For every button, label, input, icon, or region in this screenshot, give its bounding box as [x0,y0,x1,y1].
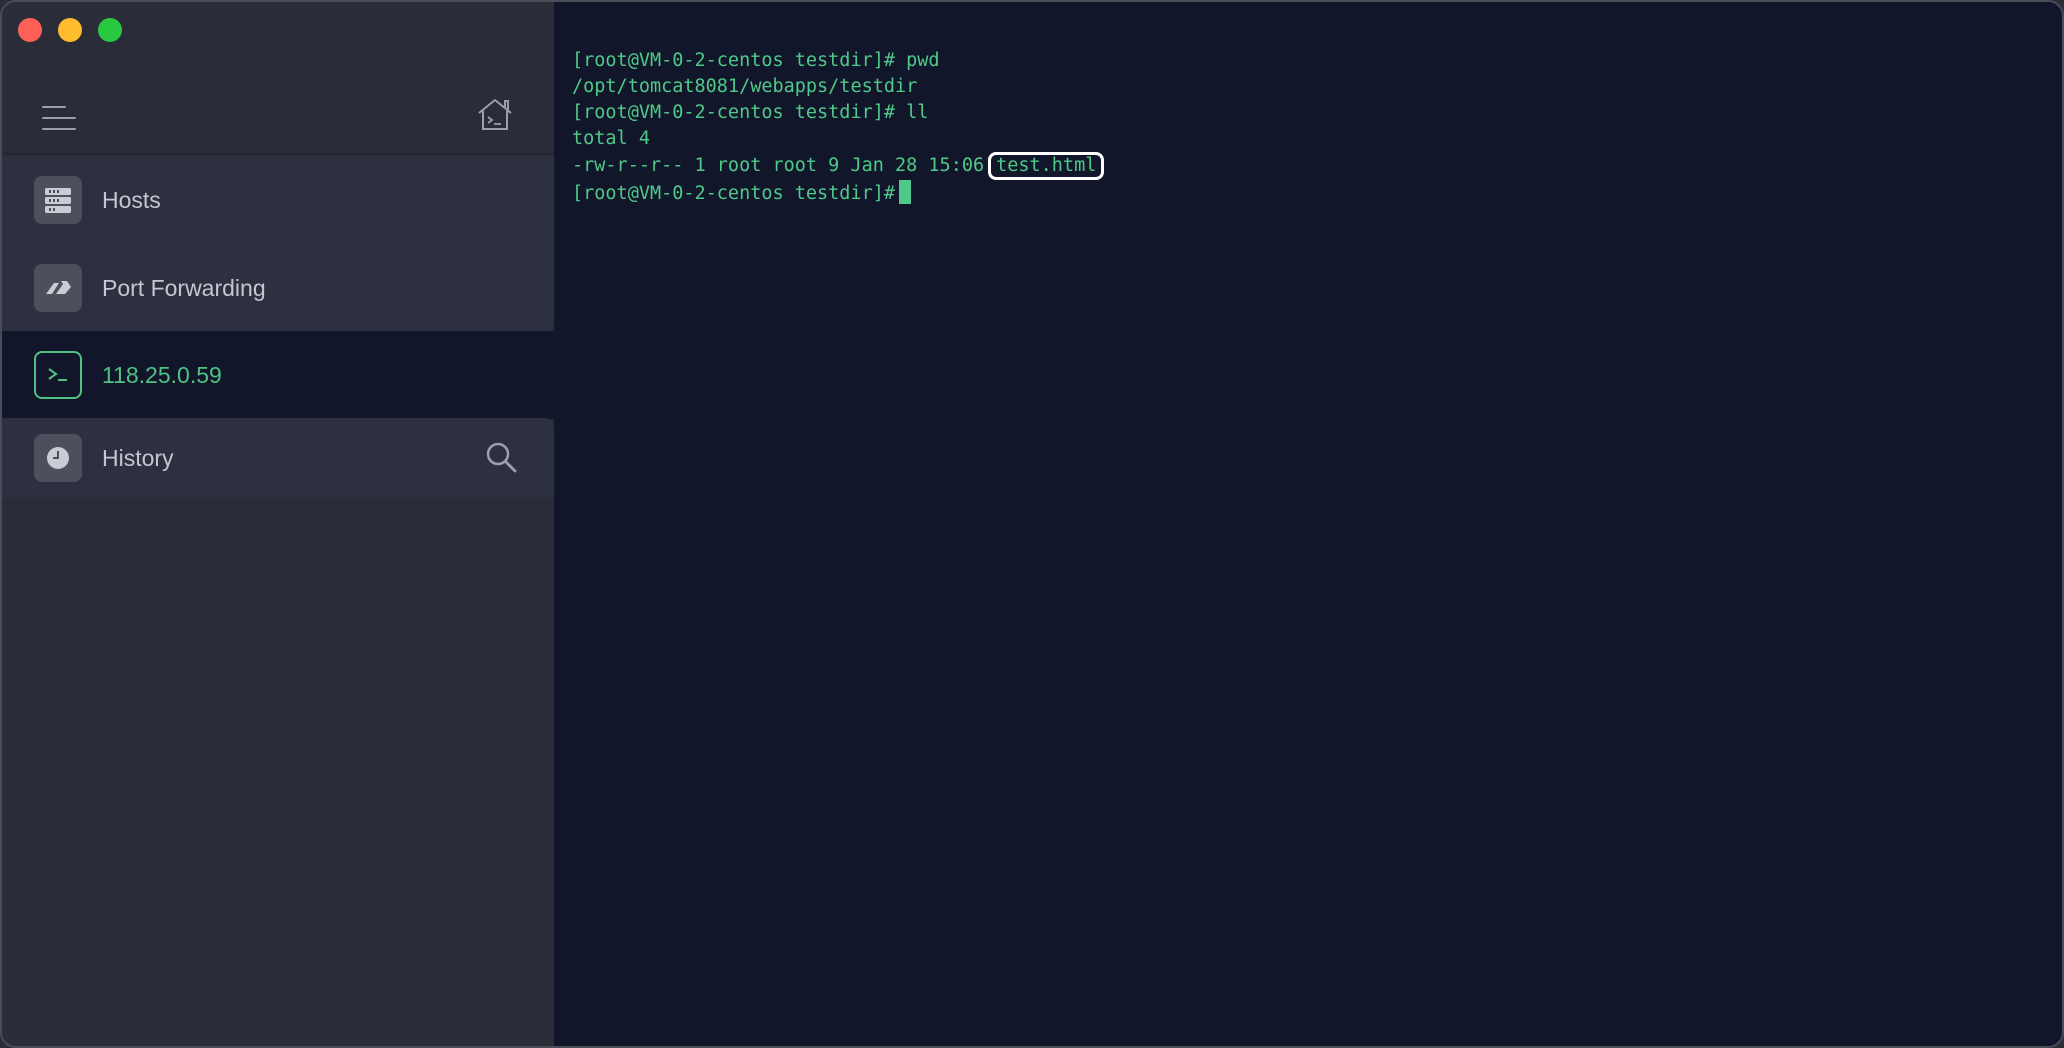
sidebar-item-hosts[interactable]: Hosts [2,156,554,244]
sidebar-item-label: Port Forwarding [102,274,266,301]
highlighted-file-name: test.html [988,152,1105,180]
port-forward-icon [34,264,82,312]
window-controls [18,18,122,42]
sidebar-item-label: Hosts [102,186,161,213]
sidebar-item-history[interactable]: History [2,418,554,498]
app-window: Hosts Port Forwarding 118.25.0.59 Histor… [0,0,2064,1048]
file-listing-prefix: -rw-r--r-- 1 root root 9 Jan 28 15:06 [572,155,985,176]
terminal-line: [root@VM-0-2-centos testdir]# pwd [572,50,940,71]
terminal-cursor [899,180,912,204]
terminal-icon [34,351,82,399]
home-terminal-icon[interactable] [476,96,514,132]
terminal-line: total 4 [572,128,650,149]
sidebar-item-label: History [102,444,174,471]
terminal-prompt-line: [root@VM-0-2-centos testdir]# [572,180,2062,207]
sidebar-item-port-forwarding[interactable]: Port Forwarding [2,244,554,332]
close-window-button[interactable] [18,18,42,42]
clock-icon [34,434,82,482]
terminal-line: [root@VM-0-2-centos testdir]# ll [572,102,929,123]
minimize-window-button[interactable] [58,18,82,42]
server-icon [34,176,82,224]
terminal-prompt: [root@VM-0-2-centos testdir]# [572,183,896,204]
sidebar-item-label: 118.25.0.59 [102,361,222,388]
terminal-output[interactable]: [root@VM-0-2-centos testdir]# pwd /opt/t… [554,2,2062,1046]
sidebar-item-session[interactable]: 118.25.0.59 [2,331,554,419]
maximize-window-button[interactable] [98,18,122,42]
terminal-line-file: -rw-r--r-- 1 root root 9 Jan 28 15:06 tes… [572,152,2062,180]
sidebar: Hosts Port Forwarding 118.25.0.59 Histor… [2,2,554,1046]
sidebar-toolbar [2,86,554,154]
menu-icon[interactable] [42,104,76,132]
terminal-line: /opt/tomcat8081/webapps/testdir [572,76,918,97]
search-icon[interactable] [484,440,518,474]
